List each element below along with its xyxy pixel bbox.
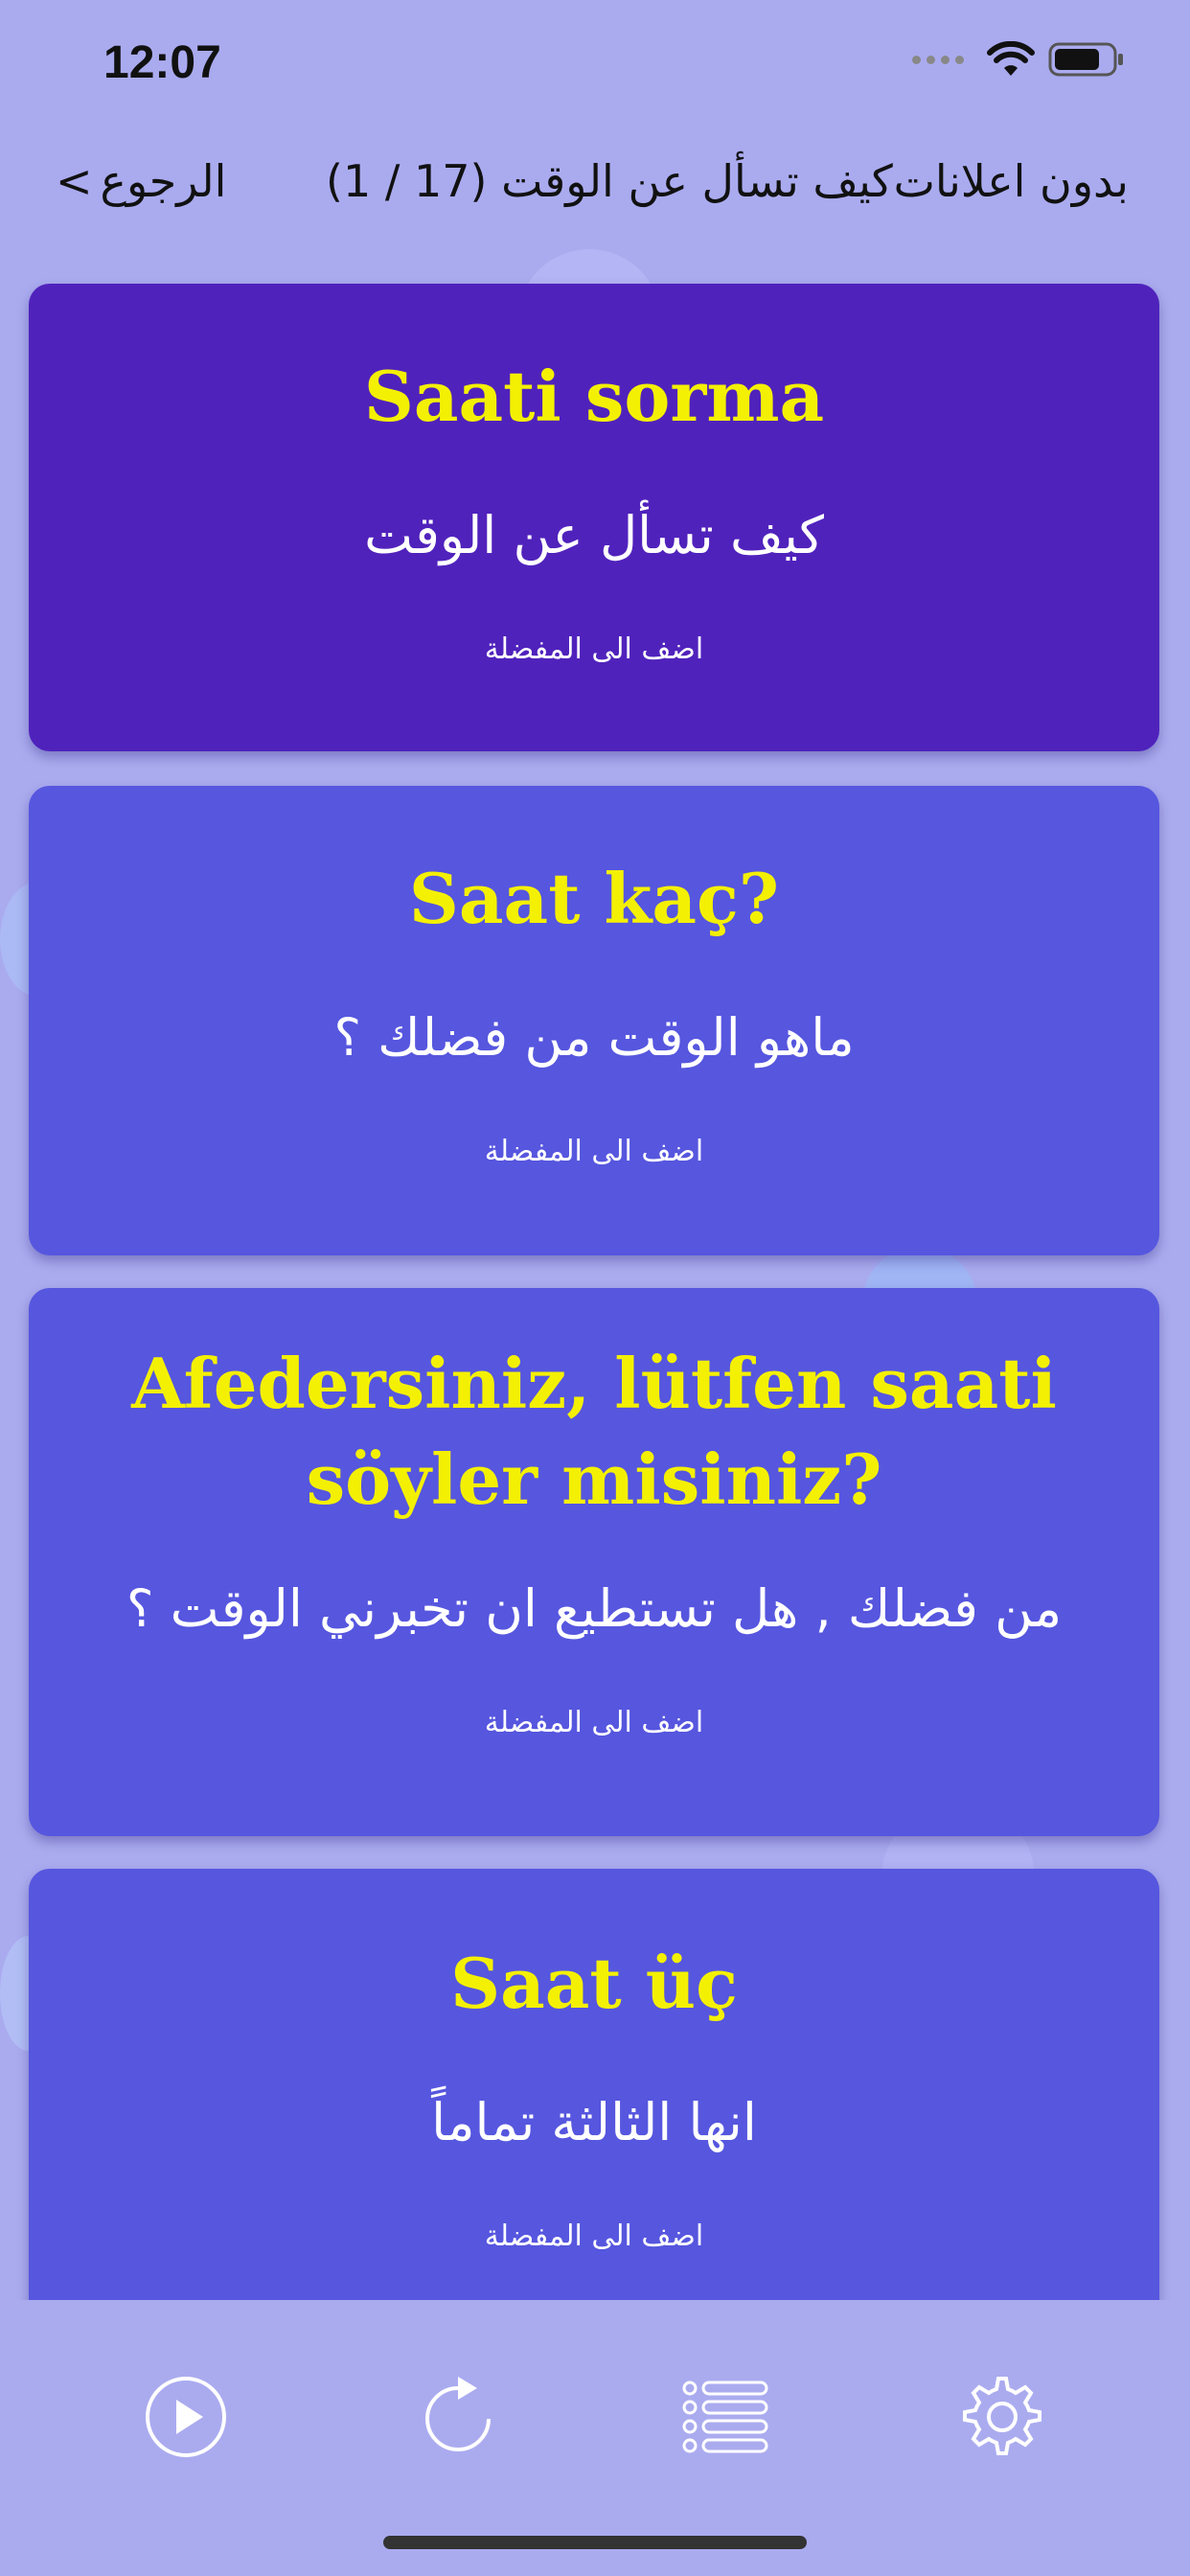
add-to-favorites-link[interactable]: اضف الى المفضلة xyxy=(29,1704,1159,1742)
phrase-translation: كيف تسأل عن الوقت xyxy=(364,505,824,565)
chevron-left-icon: < xyxy=(56,155,93,207)
phrase-title: Saat üç xyxy=(450,1943,738,2024)
phrase-card[interactable]: Saat üç انها الثالثة تماماً اضف الى المف… xyxy=(29,1869,1159,2300)
status-bar: 12:07 xyxy=(0,0,1190,125)
title-counter: (17 / 1) xyxy=(326,155,488,207)
home-indicator[interactable] xyxy=(383,2536,807,2549)
phrase-title-line: Afedersiniz, lütfen saati xyxy=(131,1343,1057,1424)
replay-icon xyxy=(425,2377,491,2451)
bottom-toolbar xyxy=(0,2300,1190,2576)
replay-button[interactable] xyxy=(410,2369,506,2465)
phrase-title: Afedersiniz, lütfen saati söyler misiniz… xyxy=(29,1336,1159,1528)
list-icon xyxy=(682,2380,768,2453)
add-to-favorites-link[interactable]: اضف الى المفضلة xyxy=(29,1133,1159,1171)
status-time: 12:07 xyxy=(103,37,221,88)
phrase-translation: ماهو الوقت من فضلك ؟ xyxy=(333,1007,855,1068)
phrase-title-line: söyler misiniz? xyxy=(306,1438,882,1520)
gear-icon xyxy=(963,2377,1041,2455)
play-button[interactable] xyxy=(138,2369,234,2465)
play-icon xyxy=(146,2377,226,2457)
status-icons xyxy=(912,40,1125,79)
add-to-favorites-link[interactable]: اضف الى المفضلة xyxy=(29,2218,1159,2256)
phrase-card[interactable]: Saati sorma كيف تسأل عن الوقت اضف الى ال… xyxy=(29,284,1159,751)
page-title: كيف تسأل عن الوقت (17 / 1) xyxy=(326,155,893,207)
phrase-list: Saati sorma كيف تسأل عن الوقت اضف الى ال… xyxy=(0,0,1190,2300)
list-button[interactable] xyxy=(678,2369,774,2465)
back-button[interactable]: < الرجوع xyxy=(56,155,226,207)
wifi-icon xyxy=(987,41,1035,76)
battery-icon xyxy=(1048,42,1123,77)
phrase-card[interactable]: Saat kaç? ماهو الوقت من فضلك ؟ اضف الى ا… xyxy=(29,786,1159,1255)
phrase-translation: من فضلك , هل تستطيع ان تخبرني الوقت ؟ xyxy=(126,1578,1063,1639)
title-text: كيف تسأل عن الوقت xyxy=(501,155,893,207)
phrase-title: Saati sorma xyxy=(363,356,825,437)
phrase-title: Saat kaç? xyxy=(408,858,780,939)
settings-button[interactable] xyxy=(954,2369,1050,2465)
nav-bar: < الرجوع كيف تسأل عن الوقت (17 / 1) بدون… xyxy=(0,144,1190,230)
signal-icon xyxy=(912,55,964,64)
add-to-favorites-link[interactable]: اضف الى المفضلة xyxy=(29,631,1159,669)
phrase-card[interactable]: Afedersiniz, lütfen saati söyler misiniz… xyxy=(29,1288,1159,1836)
phrase-translation: انها الثالثة تماماً xyxy=(431,2092,757,2152)
no-ads-button[interactable]: بدون اعلانات xyxy=(894,155,1129,207)
back-label: الرجوع xyxy=(100,155,227,207)
